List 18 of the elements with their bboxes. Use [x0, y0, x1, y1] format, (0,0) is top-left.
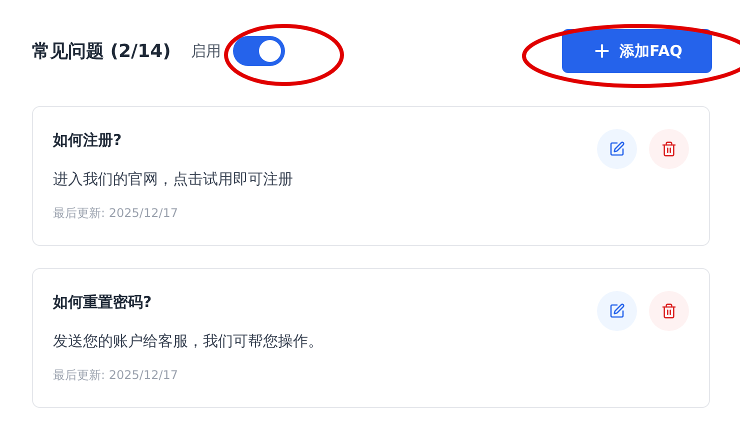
- faq-updated-date: 最后更新: 2025/12/17: [53, 367, 180, 384]
- trash-icon: [661, 141, 677, 157]
- delete-button[interactable]: [649, 129, 689, 169]
- delete-button[interactable]: [649, 291, 689, 331]
- add-faq-button[interactable]: 添加FAQ: [562, 29, 712, 73]
- edit-button[interactable]: [597, 129, 637, 169]
- faq-updated-date: 最后更新: 2025/12/17: [53, 205, 180, 222]
- page-title: 常见问题 (2/14): [32, 40, 171, 64]
- edit-icon: [609, 303, 625, 319]
- edit-button[interactable]: [597, 291, 637, 331]
- edit-icon: [609, 141, 625, 157]
- toggle-label: 启用: [190, 40, 221, 62]
- faq-answer: 进入我们的官网，点击试用即可注册: [53, 168, 293, 190]
- enable-toggle[interactable]: [232, 36, 285, 66]
- faq-answer: 发送您的账户给客服，我们可帮您操作。: [53, 330, 323, 352]
- faq-question: 如何注册?: [53, 130, 123, 151]
- trash-icon: [661, 303, 677, 319]
- faq-question: 如何重置密码?: [53, 292, 153, 313]
